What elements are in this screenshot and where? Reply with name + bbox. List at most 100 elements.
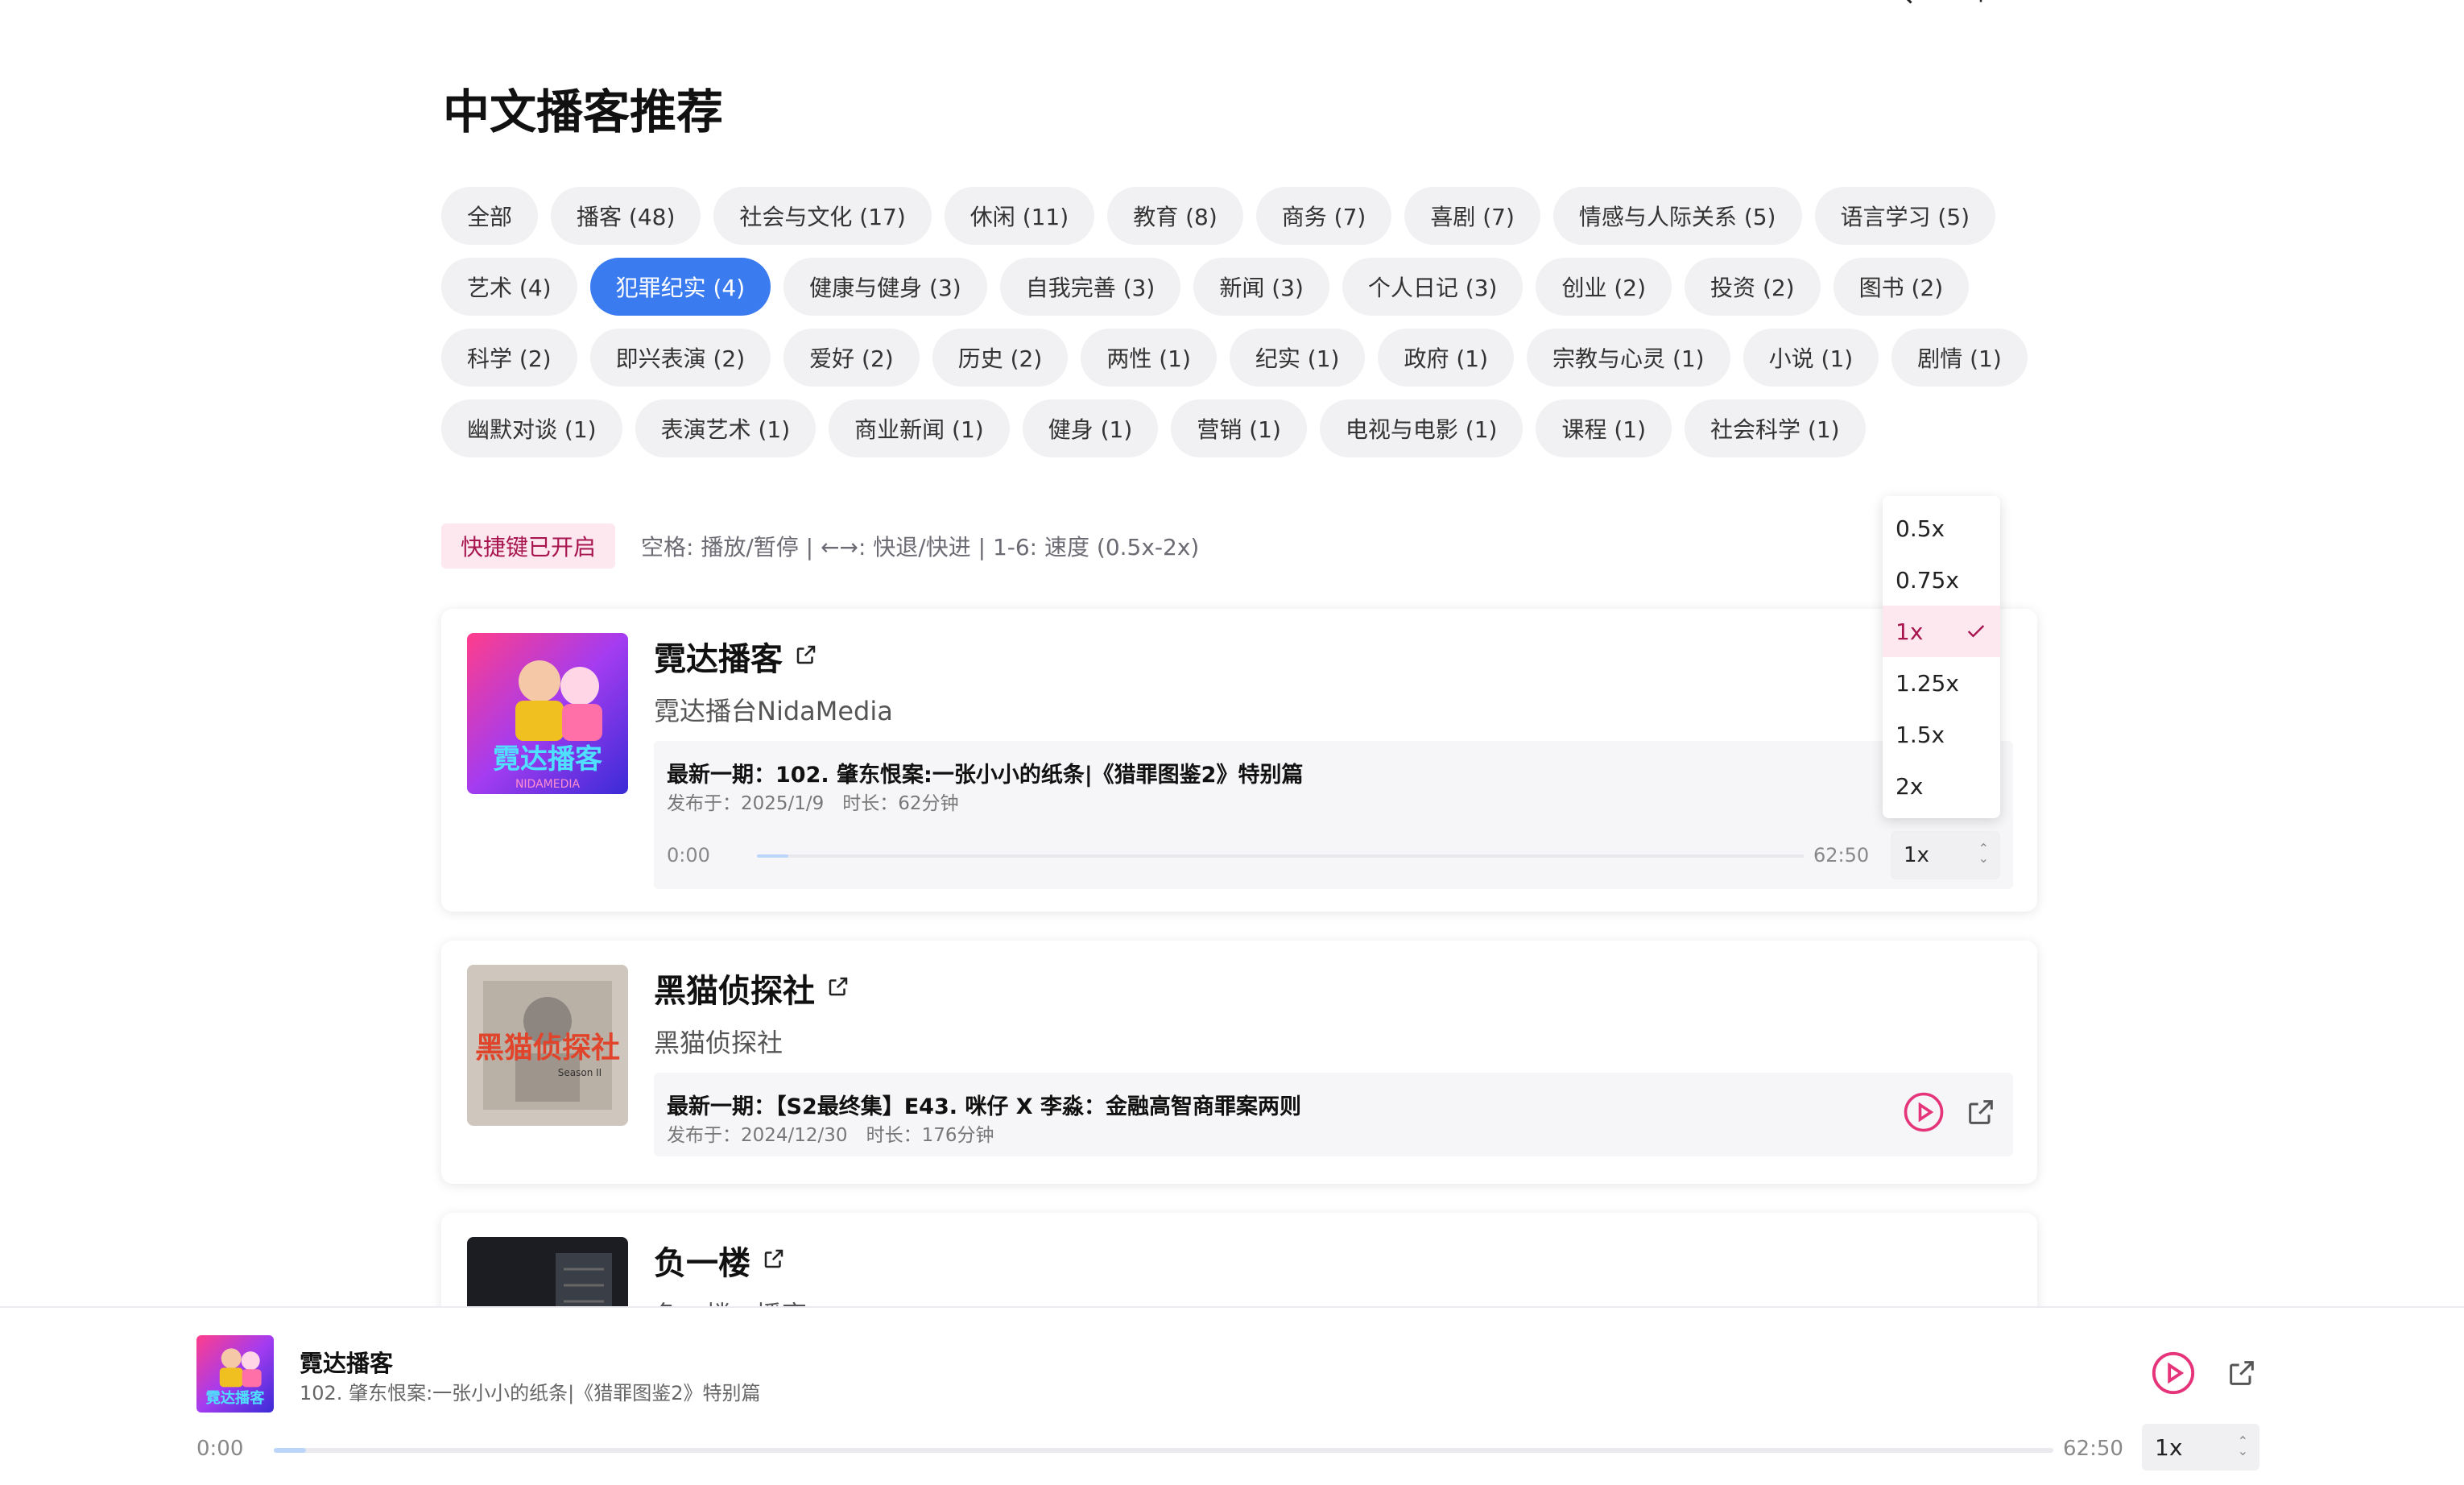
svg-text:霓达播客: 霓达播客 [493,743,602,776]
speed-select[interactable]: 1x ⌃ ⌄ [1891,831,2000,879]
category-chip[interactable]: 健身 (1) [1022,399,1159,457]
category-chip[interactable]: 创业 (2) [1536,258,1672,316]
speed-select[interactable]: 1x ⌃ ⌄ [2142,1424,2259,1471]
shortcut-bar: 快捷键已开启 空格: 播放/暂停 | ←→: 快退/快进 | 1-6: 速度 (… [441,523,1199,569]
nav-item[interactable]: … [1594,0,1619,6]
external-link-icon[interactable] [2226,1357,2258,1392]
menu-icon[interactable] [1965,0,1997,8]
category-chip[interactable]: 幽默对谈 (1) [441,399,622,457]
external-link-icon[interactable] [826,970,850,1007]
category-chip[interactable]: 播客 (48) [551,187,701,245]
category-chip[interactable]: 剧情 (1) [1891,329,2028,387]
category-chip[interactable]: 全部 [441,187,539,245]
external-link-icon[interactable] [762,1242,786,1279]
play-icon[interactable] [1902,1090,1945,1137]
category-chip[interactable]: 爱好 (2) [783,329,920,387]
play-icon[interactable] [2150,1350,2197,1400]
speed-option[interactable]: 1.5x [1883,709,2000,760]
podcast-title[interactable]: 负一楼 [654,1237,786,1284]
time-total: 62:50 [1813,844,1870,867]
category-chip[interactable]: 社会科学 (1) [1685,399,1866,457]
external-link-icon[interactable] [1965,1096,1997,1131]
category-chip[interactable]: 社会与文化 (17) [713,187,932,245]
progress-bar[interactable] [757,854,1804,858]
podcast-card: 霓达播客 NIDAMEDIA 霓达播客 霓达播台NidaMedia 最新一期：1… [441,609,2037,912]
episode-meta: 发布于：2024/12/30 时长：176分钟 [667,1125,994,1146]
category-chip[interactable]: 营销 (1) [1171,399,1307,457]
category-chip[interactable]: 语言学习 (5) [1814,187,1996,245]
podcast-cover[interactable]: 霓达播客 NIDAMEDIA [467,633,628,794]
episode-title: 最新一期：102. 肇东恨案:一张小小的纸条|《猎罪图鉴2》特别篇 [667,763,1304,788]
category-chip[interactable]: 艺术 (4) [441,258,577,316]
category-chip[interactable]: 科学 (2) [441,329,577,387]
time-total: 62:50 [2063,1437,2123,1461]
shortcut-badge: 快捷键已开启 [441,523,616,569]
category-chip[interactable]: 课程 (1) [1536,399,1672,457]
category-row: 艺术 (4) 犯罪纪实 (4) 健康与健身 (3) 自我完善 (3) 新闻 (3… [441,258,2036,316]
category-chip[interactable]: 即兴表演 (2) [589,329,771,387]
bottom-player: 霓达播客 霓达播客 102. 肇东恨案:一张小小的纸条|《猎罪图鉴2》特别篇 0… [0,1306,2464,1485]
category-chip[interactable]: 表演艺术 (1) [635,399,817,457]
category-chip[interactable]: 个人日记 (3) [1342,258,1523,316]
player-episode: 102. 肇东恨案:一张小小的纸条|《猎罪图鉴2》特别篇 [300,1382,761,1404]
category-row: 幽默对谈 (1) 表演艺术 (1) 商业新闻 (1) 健身 (1) 营销 (1)… [441,399,2036,457]
episode-meta: 发布于：2025/1/9 时长：62分钟 [667,793,959,814]
nav-item[interactable]: … [1812,0,1836,6]
speed-option-selected[interactable]: 1x [1883,606,2000,657]
top-nav: … … … … [1594,0,1997,8]
podcast-card: 黑猫侦探社 Season II 黑猫侦探社 黑猫侦探社 最新一期：【S2最终集】… [441,941,2037,1184]
select-arrows-icon: ⌃ ⌄ [1978,841,1989,866]
search-icon[interactable] [1884,0,1916,8]
player-cover: 霓达播客 [196,1335,274,1413]
category-chip[interactable]: 小说 (1) [1743,329,1879,387]
podcast-author: 霓达播台NidaMedia [654,696,893,726]
speed-option[interactable]: 0.5x [1883,503,2000,554]
podcast-title-text[interactable]: 霓达播客 [654,633,783,680]
category-chip[interactable]: 历史 (2) [932,329,1069,387]
svg-text:黑猫侦探社: 黑猫侦探社 [475,1032,620,1065]
category-chip[interactable]: 宗教与心灵 (1) [1527,329,1730,387]
speed-option[interactable]: 2x [1883,760,2000,812]
speed-option[interactable]: 1.25x [1883,657,2000,709]
svg-text:NIDAMEDIA: NIDAMEDIA [515,778,581,791]
shortcut-help: 空格: 播放/暂停 | ←→: 快退/快进 | 1-6: 速度 (0.5x-2x… [641,534,1200,560]
category-chip[interactable]: 商务 (7) [1255,187,1392,245]
podcast-title-text[interactable]: 负一楼 [654,1237,750,1284]
podcast-author: 黑猫侦探社 [654,1028,783,1058]
category-chip[interactable]: 自我完善 (3) [999,258,1181,316]
category-chip[interactable]: 休闲 (11) [944,187,1095,245]
select-arrows-icon: ⌃ ⌄ [2237,1433,2248,1458]
podcast-title[interactable]: 黑猫侦探社 [654,965,850,1011]
svg-text:Season II: Season II [558,1067,602,1078]
podcast-title-text[interactable]: 黑猫侦探社 [654,965,815,1011]
podcast-cover[interactable]: 黑猫侦探社 Season II [467,965,628,1126]
category-chip[interactable]: 两性 (1) [1081,329,1217,387]
nav-item[interactable]: … [1739,0,1763,6]
page-title: 中文播客推荐 [443,85,724,139]
speed-option-label: 1x [1896,618,1924,645]
category-chip[interactable]: 新闻 (3) [1193,258,1329,316]
progress-bar[interactable] [274,1448,2053,1453]
category-chip[interactable]: 电视与电影 (1) [1319,399,1523,457]
episode-panel: 最新一期：【S2最终集】E43. 咪仔 X 李淼：金融高智商罪案两则 发布于：2… [654,1073,2013,1156]
category-chip[interactable]: 政府 (1) [1378,329,1515,387]
nav-item[interactable]: … [1667,0,1691,6]
category-chip[interactable]: 教育 (8) [1107,187,1243,245]
episode-panel: 最新一期：102. 肇东恨案:一张小小的纸条|《猎罪图鉴2》特别篇 发布于：20… [654,741,2013,889]
category-chip[interactable]: 纪实 (1) [1229,329,1366,387]
episode-title: 最新一期：【S2最终集】E43. 咪仔 X 李淼：金融高智商罪案两则 [667,1094,1302,1119]
category-chip-active[interactable]: 犯罪纪实 (4) [589,258,771,316]
category-filter: 全部 播客 (48) 社会与文化 (17) 休闲 (11) 教育 (8) 商务 … [441,187,2036,470]
category-chip[interactable]: 健康与健身 (3) [783,258,987,316]
category-chip[interactable]: 商业新闻 (1) [829,399,1010,457]
podcast-title[interactable]: 霓达播客 [654,633,818,680]
category-chip[interactable]: 情感与人际关系 (5) [1552,187,1802,245]
speed-option[interactable]: 0.75x [1883,554,2000,606]
check-icon [1965,620,1987,648]
episode-actions [1902,1090,1997,1137]
category-chip[interactable]: 喜剧 (7) [1404,187,1540,245]
external-link-icon[interactable] [794,638,818,675]
category-chip[interactable]: 图书 (2) [1833,258,1970,316]
category-chip[interactable]: 投资 (2) [1685,258,1821,316]
speed-menu: 0.5x 0.75x 1x 1.25x 1.5x 2x [1883,496,2000,818]
